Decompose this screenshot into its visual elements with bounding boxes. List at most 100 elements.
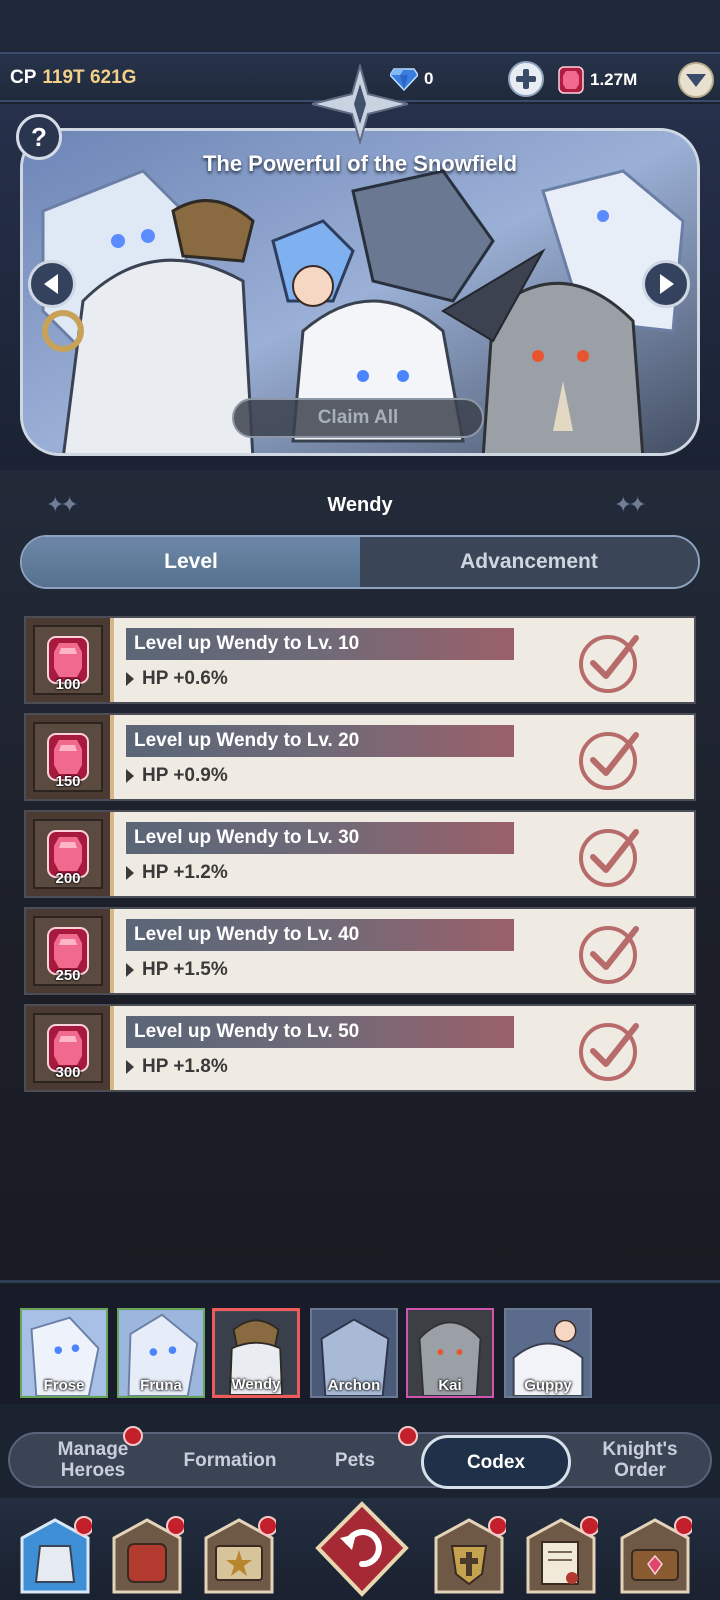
quest-list: 100 Level up Wendy to Lv. 10 HP +0.6% 15… — [24, 616, 696, 1101]
prev-banner-button[interactable] — [28, 260, 76, 308]
subnav-pets[interactable]: Pets — [300, 1434, 410, 1486]
help-button[interactable]: ? — [16, 114, 62, 160]
completed-check-icon — [579, 1023, 639, 1081]
reward-frame: 100 — [33, 625, 103, 695]
ruby-counter: 1.27M — [558, 66, 637, 94]
reward-slot: 250 — [26, 909, 114, 993]
banner-title: The Powerful of the Snowfield — [202, 151, 518, 176]
quest-bonus-text: HP +1.8% — [142, 1056, 228, 1077]
reward-quantity: 300 — [55, 1064, 81, 1081]
crest-ornament-icon — [311, 64, 409, 144]
notification-dot — [123, 1426, 143, 1446]
ruby-icon — [558, 66, 584, 94]
hero-subnav: Manage Heroes Formation Pets Codex Knigh… — [8, 1432, 712, 1489]
tab-advancement[interactable]: Advancement — [360, 537, 698, 587]
reward-quantity: 200 — [55, 870, 81, 887]
return-button[interactable] — [312, 1498, 412, 1600]
quest-bonus: HP +0.6% — [126, 668, 228, 690]
quest-book-icon[interactable] — [202, 1516, 276, 1596]
cp-value: 119T 621G — [42, 67, 137, 88]
quest-title: Level up Wendy to Lv. 30 — [126, 822, 514, 854]
list-item: 150 Level up Wendy to Lv. 20 HP +0.9% — [24, 713, 696, 801]
quest-body: Level up Wendy to Lv. 50 HP +1.8% — [114, 1006, 694, 1090]
scroll-letter-icon[interactable] — [524, 1516, 598, 1596]
quest-title: Level up Wendy to Lv. 50 — [126, 1016, 514, 1048]
plus-icon — [516, 69, 536, 89]
reward-frame: 300 — [33, 1013, 103, 1083]
quest-body: Level up Wendy to Lv. 30 HP +1.2% — [114, 812, 694, 896]
hero-thumb-name: Wendy — [231, 1376, 281, 1393]
quest-bonus: HP +0.9% — [126, 765, 228, 787]
treasure-chest-icon[interactable] — [618, 1516, 692, 1596]
hero-thumb-archon[interactable]: Archon — [310, 1308, 398, 1398]
selected-hero-name: Wendy — [327, 494, 393, 516]
quest-body: Level up Wendy to Lv. 20 HP +0.9% — [114, 715, 694, 799]
hero-thumb-name: Archon — [327, 1377, 381, 1394]
quest-bonus: HP +1.2% — [126, 862, 228, 884]
chevron-down-icon — [686, 74, 706, 87]
guild-shield-icon[interactable] — [432, 1516, 506, 1596]
quest-bonus-text: HP +1.5% — [142, 959, 228, 980]
hero-thumb-kai[interactable]: Kai — [406, 1308, 494, 1398]
ruby-count: 1.27M — [590, 70, 638, 89]
reward-slot: 150 — [26, 715, 114, 799]
quest-title: Level up Wendy to Lv. 20 — [126, 725, 514, 757]
bullet-triangle-icon — [126, 866, 134, 880]
bullet-triangle-icon — [126, 963, 134, 977]
completed-check-icon — [579, 926, 639, 984]
quest-bonus: HP +1.5% — [126, 959, 228, 981]
bullet-triangle-icon — [126, 672, 134, 686]
quest-bonus-text: HP +0.9% — [142, 765, 228, 786]
next-banner-button[interactable] — [642, 260, 690, 308]
tab-level[interactable]: Level — [22, 537, 360, 587]
dropdown-menu-button[interactable] — [678, 62, 714, 98]
list-item: 250 Level up Wendy to Lv. 40 HP +1.5% — [24, 907, 696, 995]
reward-frame: 250 — [33, 916, 103, 986]
reward-quantity: 150 — [55, 773, 81, 790]
reward-quantity: 100 — [55, 676, 81, 693]
quest-title: Level up Wendy to Lv. 40 — [126, 919, 514, 951]
quest-bonus: HP +1.8% — [126, 1056, 228, 1078]
hero-thumb-name: Guppy — [524, 1377, 572, 1394]
bullet-triangle-icon — [126, 1060, 134, 1074]
notification-dot — [398, 1426, 418, 1446]
add-currency-button[interactable] — [508, 61, 544, 97]
list-item: 300 Level up Wendy to Lv. 50 HP +1.8% — [24, 1004, 696, 1092]
reward-quantity: 250 — [55, 967, 81, 984]
chevron-right-icon — [660, 274, 674, 294]
reward-slot: 200 — [26, 812, 114, 896]
subnav-knights-order[interactable]: Knight's Order — [574, 1434, 706, 1486]
quest-bonus-text: HP +0.6% — [142, 668, 228, 689]
hero-thumb-wendy[interactable]: Wendy — [212, 1308, 300, 1398]
completed-check-icon — [579, 635, 639, 693]
quest-title: Level up Wendy to Lv. 10 — [126, 628, 514, 660]
cp-label: CP — [10, 67, 37, 88]
codex-tabs: Level Advancement — [20, 535, 700, 589]
quest-bonus-text: HP +1.2% — [142, 862, 228, 883]
hero-thumb-guppy[interactable]: Guppy — [504, 1308, 592, 1398]
list-item: 200 Level up Wendy to Lv. 30 HP +1.2% — [24, 810, 696, 898]
hero-thumb-name: Kai — [438, 1377, 462, 1394]
chevron-left-icon — [44, 274, 58, 294]
gem-count: 0 — [424, 69, 434, 88]
completed-check-icon — [579, 829, 639, 887]
quest-body: Level up Wendy to Lv. 40 HP +1.5% — [114, 909, 694, 993]
subnav-codex[interactable]: Codex — [421, 1435, 571, 1489]
bullet-triangle-icon — [126, 769, 134, 783]
claim-all-button[interactable]: Claim All — [232, 398, 484, 438]
reward-frame: 200 — [33, 819, 103, 889]
hero-thumb-fruna[interactable]: Fruna — [117, 1308, 205, 1398]
hero-thumb-name: Fruna — [140, 1377, 182, 1394]
quest-body: Level up Wendy to Lv. 10 HP +0.6% — [114, 618, 694, 702]
hero-thumb-frose[interactable]: Frose — [20, 1308, 108, 1398]
reward-slot: 300 — [26, 1006, 114, 1090]
subnav-formation[interactable]: Formation — [165, 1434, 295, 1486]
list-item: 100 Level up Wendy to Lv. 10 HP +0.6% — [24, 616, 696, 704]
completed-check-icon — [579, 732, 639, 790]
status-strip — [0, 0, 720, 52]
inventory-bag-icon[interactable] — [110, 1516, 184, 1596]
reward-slot: 100 — [26, 618, 114, 702]
hero-armor-icon[interactable] — [18, 1516, 92, 1596]
reward-frame: 150 — [33, 722, 103, 792]
hero-thumb-name: Frose — [43, 1377, 85, 1394]
